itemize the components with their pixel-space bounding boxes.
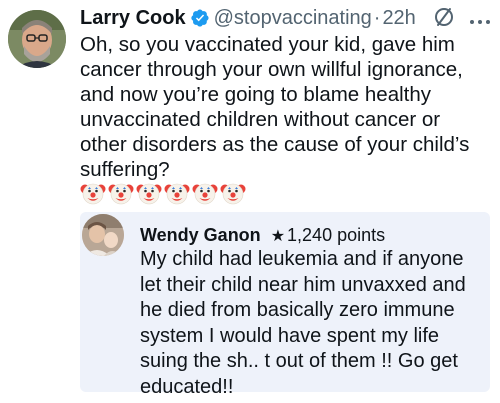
slash-circle-icon[interactable] — [433, 6, 455, 28]
commenter-name[interactable]: Wendy Ganon — [140, 225, 261, 246]
commenter-avatar[interactable] — [82, 214, 124, 256]
clown-face-icon — [80, 180, 106, 206]
clown-face-icon — [192, 180, 218, 206]
emoji-row — [80, 180, 246, 206]
avatar[interactable] — [8, 10, 66, 68]
tweet: Larry Cook @stopvaccinating · 22h Oh, so… — [0, 0, 500, 403]
clown-face-icon — [108, 180, 134, 206]
author-handle[interactable]: @stopvaccinating — [214, 7, 372, 30]
clown-face-icon — [220, 180, 246, 206]
timestamp[interactable]: 22h — [382, 7, 415, 30]
commenter-header: Wendy Ganon ★ 1,240 points — [140, 225, 385, 246]
author-name[interactable]: Larry Cook — [80, 7, 186, 30]
points-count: 1,240 points — [287, 225, 386, 245]
verified-badge-icon — [190, 8, 210, 28]
separator-dot: · — [373, 6, 381, 29]
star-icon: ★ — [270, 227, 286, 245]
clown-face-icon — [136, 180, 162, 206]
comment-text: My child had leukemia and if anyone let … — [140, 248, 466, 398]
tweet-text: Oh, so you vaccinated your kid, gave him… — [80, 33, 470, 181]
more-dots-icon[interactable] — [468, 13, 492, 24]
clown-face-icon — [164, 180, 190, 206]
tweet-header: Larry Cook @stopvaccinating · 22h — [80, 3, 416, 33]
